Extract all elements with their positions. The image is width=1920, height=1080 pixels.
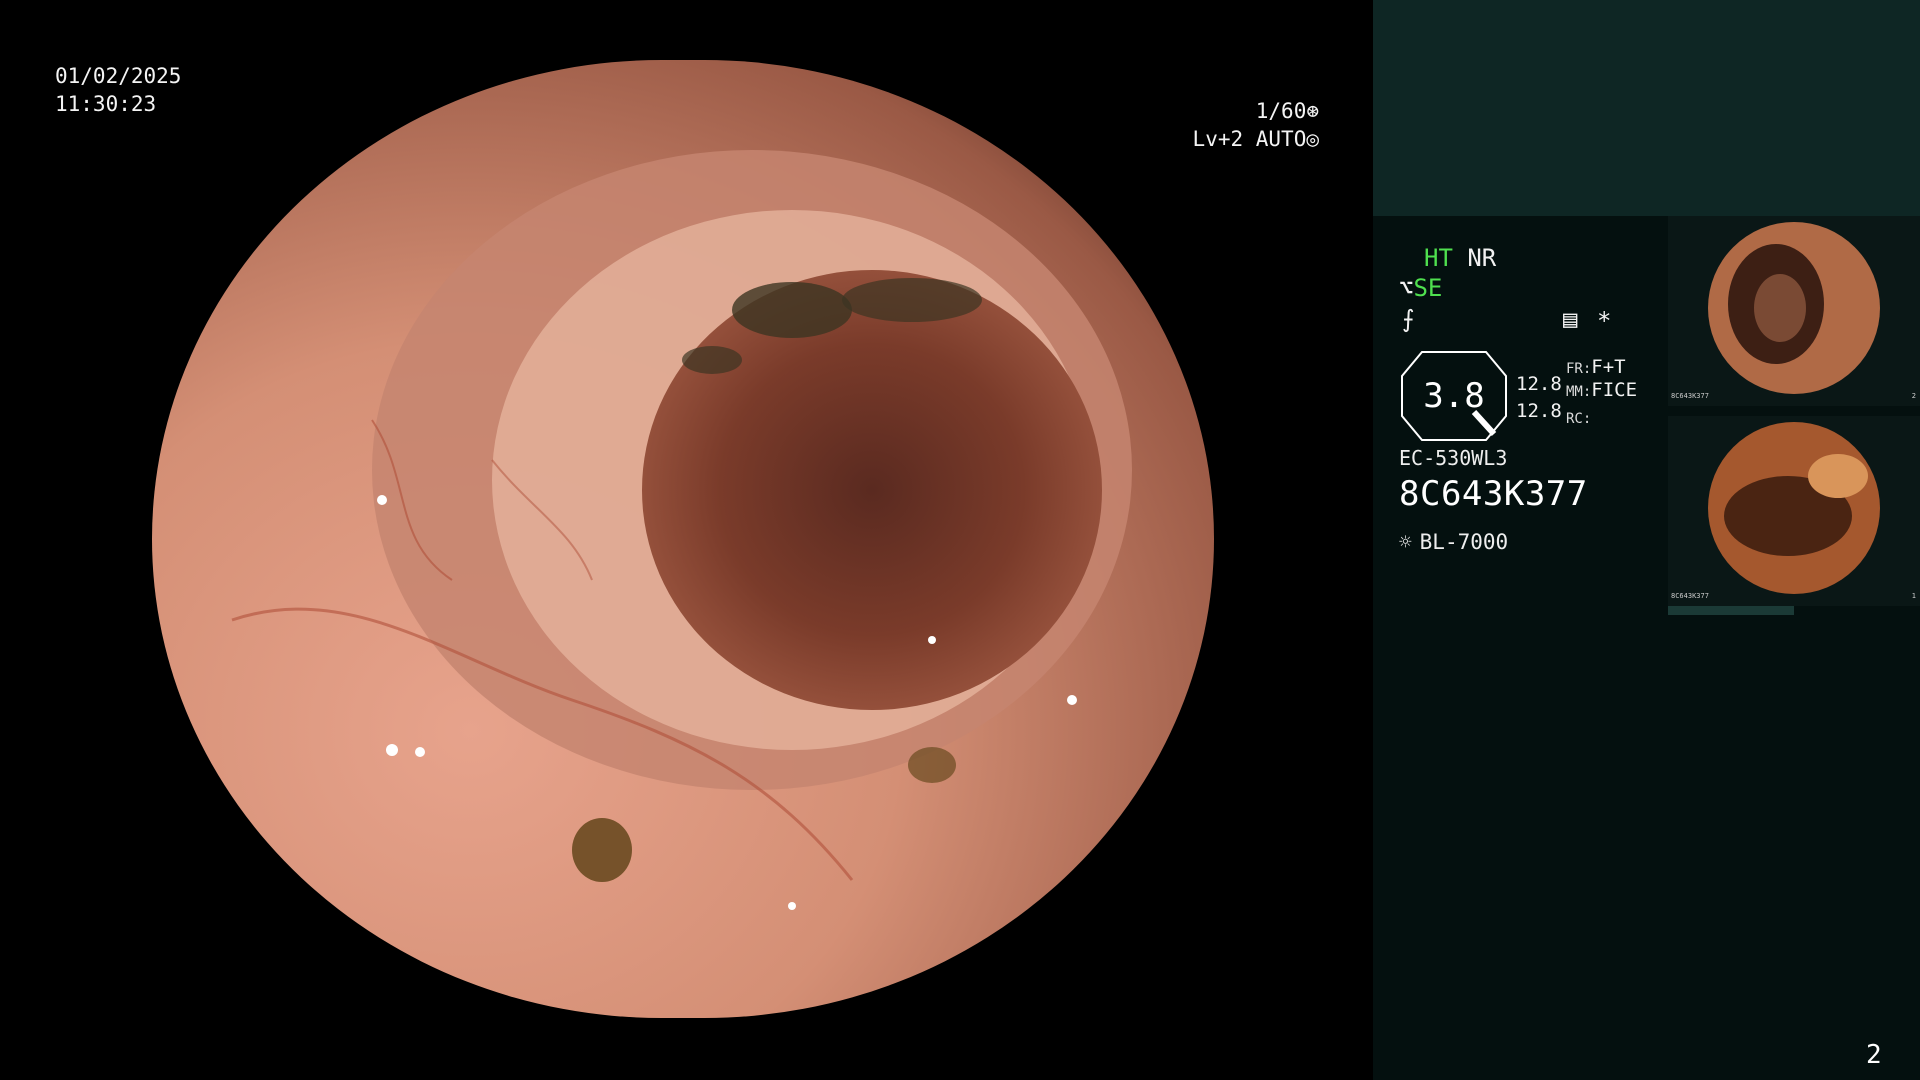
nr-label: NR: [1467, 244, 1497, 272]
ht-label: HT: [1424, 244, 1453, 272]
rc-row: RC:: [1566, 400, 1591, 430]
camera-settings-overlay: 1/60⊛ Lv+2 AUTO◎: [1155, 97, 1319, 153]
datetime-overlay: 01/02/2025 11:30:23: [55, 62, 181, 118]
thumbnail-image: [1668, 216, 1920, 406]
tone-curve-icon: ⨍: [1402, 305, 1415, 333]
mm-value: FICE: [1591, 379, 1638, 401]
info-panel-header: [1373, 0, 1920, 216]
value-2: 12.8: [1516, 400, 1562, 422]
thumbnail-2[interactable]: 8C643K377 1: [1668, 416, 1920, 606]
scope-serial: 8C643K377: [1399, 474, 1588, 514]
ht-nr-row: HT NR: [1424, 243, 1496, 273]
date-label: 01/02/2025: [55, 64, 182, 88]
thumbnail-1[interactable]: 8C643K377 2: [1668, 216, 1920, 406]
light-source-label: BL-7000: [1419, 530, 1509, 554]
zoom-value: 3.8: [1423, 376, 1485, 416]
thumbnail-label: 8C643K377: [1671, 592, 1709, 600]
shutter-speed: 1/60: [1255, 99, 1307, 123]
light-source-row: ☼ BL-7000: [1399, 530, 1508, 554]
time-label: 11:30:23: [55, 92, 157, 116]
iris-icon: ◎: [1306, 127, 1319, 151]
endoscope-view: [152, 60, 1214, 1018]
value-1: 12.8: [1516, 373, 1562, 395]
se-label: SE: [1413, 274, 1443, 302]
light-source-icon: ☼: [1399, 530, 1412, 554]
endoscope-image: [152, 60, 1214, 1018]
shutter-row: 1/60⊛: [1155, 97, 1319, 125]
thumbnail-index: 2: [1911, 392, 1916, 400]
thumbnail-image: [1668, 416, 1920, 606]
scope-model: EC-530WL3: [1399, 446, 1508, 470]
page-number: 2: [1866, 1040, 1882, 1070]
exposure-row: Lv+2 AUTO◎: [1155, 125, 1319, 153]
exposure-level: Lv+2 AUTO: [1192, 127, 1307, 151]
aperture-icon: ⊛: [1306, 99, 1319, 123]
thumbnail-bar: [1668, 606, 1794, 615]
se-row: ⌥SE: [1399, 273, 1442, 303]
thumbnail-index: 1: [1911, 592, 1916, 600]
structure-enhance-icon: ⌥: [1399, 274, 1414, 302]
mm-label: MM:: [1566, 384, 1592, 400]
asterisk-label: *: [1597, 307, 1612, 335]
rc-label: RC:: [1566, 411, 1592, 427]
thumbnail-label: 8C643K377: [1671, 392, 1709, 400]
settings-panel-icon: ▤: [1563, 305, 1578, 333]
mm-row: MM:FICE: [1566, 373, 1637, 403]
